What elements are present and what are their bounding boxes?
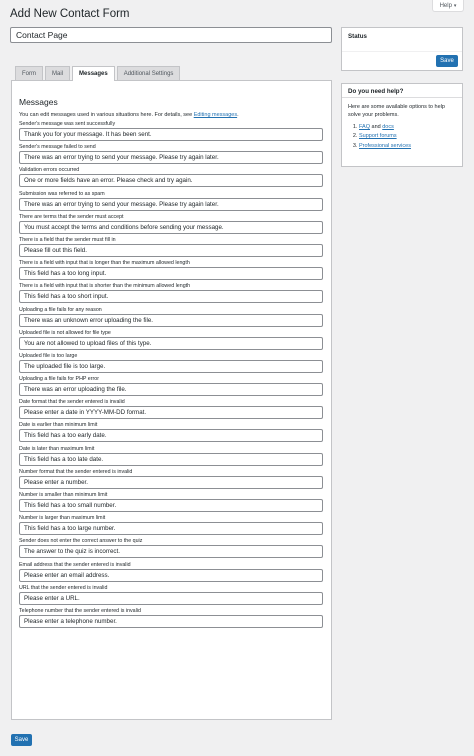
message-field: Number is larger than maximum limit This … bbox=[19, 515, 324, 536]
messages-description: You can edit messages used in various si… bbox=[19, 112, 324, 118]
message-field: There is a field with input that is long… bbox=[19, 260, 324, 281]
message-label: Sender's message was sent successfully bbox=[19, 121, 116, 127]
help-box-intro: Here are some available options to help … bbox=[348, 104, 445, 118]
message-input[interactable]: Please enter a URL. bbox=[19, 591, 323, 605]
support-forums-link[interactable]: Support forums bbox=[359, 133, 397, 139]
message-label: Uploading a file fails for any reason bbox=[19, 306, 102, 313]
editor-tabs: Form Mail Messages Additional Settings bbox=[15, 66, 181, 81]
message-input[interactable]: This field has a too short input. bbox=[19, 290, 323, 304]
message-field: Email address that the sender entered is… bbox=[19, 562, 324, 582]
message-field: Telephone number that the sender entered… bbox=[19, 608, 324, 628]
message-input[interactable]: This field has a too large number. bbox=[19, 522, 323, 536]
messages-heading: Messages bbox=[19, 97, 58, 107]
message-field: Sender's message was sent successfully Th… bbox=[19, 121, 324, 141]
message-field: Submission was referred to as spam There … bbox=[19, 191, 324, 211]
message-fields: Sender's message was sent successfully Th… bbox=[19, 121, 324, 628]
message-input[interactable]: This field has a too early date. bbox=[19, 429, 323, 443]
message-field: Uploading a file fails for any reason The… bbox=[19, 307, 324, 327]
message-label: Number is smaller than minimum limit bbox=[19, 492, 108, 498]
message-label: Uploading a file fails for PHP error bbox=[19, 376, 99, 383]
message-label: URL that the sender entered is invalid bbox=[19, 584, 108, 591]
message-field: Uploaded file is too large The uploaded f… bbox=[19, 353, 324, 373]
message-label: There is a field that the sender must fi… bbox=[19, 236, 116, 243]
status-box-title: Status bbox=[342, 28, 462, 52]
chevron-down-icon: ▾ bbox=[453, 2, 457, 9]
help-item-support: Support forums bbox=[359, 133, 456, 141]
message-field: There is a field with input that is shor… bbox=[19, 283, 324, 304]
message-input[interactable]: This field has a too small number. bbox=[19, 499, 323, 512]
help-links-list: FAQ and docs Support forums Professional… bbox=[348, 124, 456, 150]
message-field: Number is smaller than minimum limit This… bbox=[19, 492, 324, 512]
message-field: Date is earlier than minimum limit This f… bbox=[19, 422, 324, 443]
message-field: There are terms that the sender must acc… bbox=[19, 214, 324, 234]
message-label: Uploaded file is not allowed for file ty… bbox=[19, 329, 111, 336]
message-label: Email address that the sender entered is… bbox=[19, 561, 131, 568]
message-input[interactable]: Please fill out this field. bbox=[19, 243, 323, 257]
form-title-input[interactable]: Contact Page bbox=[10, 27, 332, 43]
and-text: and bbox=[370, 124, 383, 130]
message-field: Sender's message failed to send There was… bbox=[19, 144, 324, 165]
message-label: Sender's message failed to send bbox=[19, 144, 96, 151]
message-input[interactable]: There was an error trying to send your m… bbox=[19, 151, 323, 165]
help-item-faq-docs: FAQ and docs bbox=[359, 124, 456, 132]
message-input[interactable]: Thank you for your message. It has been … bbox=[19, 128, 323, 141]
message-label: Number is larger than maximum limit bbox=[19, 515, 106, 522]
message-input[interactable]: One or more fields have an error. Please… bbox=[19, 174, 323, 188]
message-input[interactable]: Please enter a date in YYYY-MM-DD format… bbox=[19, 406, 323, 420]
tab-mail[interactable]: Mail bbox=[45, 66, 71, 80]
message-label: Sender does not enter the correct answer… bbox=[19, 538, 143, 545]
help-box: Do you need help? Here are some availabl… bbox=[341, 83, 463, 167]
message-label: Date is later than maximum limit bbox=[19, 445, 95, 452]
message-input[interactable]: Please enter an email address. bbox=[19, 568, 323, 582]
tab-messages[interactable]: Messages bbox=[72, 66, 115, 81]
message-label: There are terms that the sender must acc… bbox=[19, 213, 124, 220]
tab-additional-settings[interactable]: Additional Settings bbox=[116, 66, 181, 80]
message-label: Date format that the sender entered is i… bbox=[19, 399, 125, 406]
status-box: Status Save bbox=[341, 27, 463, 71]
description-text: You can edit messages used in various si… bbox=[19, 112, 194, 118]
message-label: Submission was referred to as spam bbox=[19, 190, 105, 197]
message-label: Validation errors occurred bbox=[19, 167, 80, 174]
message-input[interactable]: You must accept the terms and conditions… bbox=[19, 220, 323, 234]
message-field: Number format that the sender entered is… bbox=[19, 469, 324, 489]
message-label: There is a field with input that is long… bbox=[19, 260, 190, 267]
page-title: Add New Contact Form bbox=[10, 8, 130, 20]
message-label: Uploaded file is too large bbox=[19, 352, 78, 359]
faq-link[interactable]: FAQ bbox=[359, 124, 370, 130]
tab-form[interactable]: Form bbox=[15, 66, 43, 80]
message-field: URL that the sender entered is invalid Pl… bbox=[19, 585, 324, 605]
message-field: Sender does not enter the correct answer… bbox=[19, 538, 324, 559]
message-field: Date is later than maximum limit This fie… bbox=[19, 446, 324, 466]
message-label: Telephone number that the sender entered… bbox=[19, 607, 141, 614]
message-label: Number format that the sender entered is… bbox=[19, 468, 133, 475]
message-input[interactable]: Please enter a telephone number. bbox=[19, 614, 323, 628]
message-input[interactable]: Please enter a number. bbox=[19, 475, 323, 489]
description-suffix: . bbox=[237, 112, 239, 118]
message-field: There is a field that the sender must fi… bbox=[19, 237, 324, 257]
help-box-title: Do you need help? bbox=[342, 84, 462, 98]
help-item-professional: Professional services bbox=[359, 143, 456, 151]
message-input[interactable]: This field has a too long input. bbox=[19, 267, 323, 281]
message-field: Validation errors occurred One or more fi… bbox=[19, 167, 324, 188]
help-tab-label: Help bbox=[439, 2, 452, 9]
message-input[interactable]: There was an error trying to send your m… bbox=[19, 197, 323, 211]
message-input[interactable]: The uploaded file is too large. bbox=[19, 359, 323, 373]
message-input[interactable]: The answer to the quiz is incorrect. bbox=[19, 545, 323, 559]
message-input[interactable]: There was an error uploading the file. bbox=[19, 383, 323, 397]
message-input[interactable]: This field has a too late date. bbox=[19, 452, 323, 466]
save-button-bottom[interactable]: Save bbox=[11, 734, 32, 746]
message-input[interactable]: You are not allowed to upload files of t… bbox=[19, 336, 323, 350]
messages-panel: Messages You can edit messages used in v… bbox=[11, 80, 332, 720]
docs-link[interactable]: docs bbox=[382, 124, 394, 130]
save-button-status[interactable]: Save bbox=[436, 55, 458, 67]
message-field: Uploading a file fails for PHP error Ther… bbox=[19, 376, 324, 397]
message-field: Uploaded file is not allowed for file ty… bbox=[19, 330, 324, 350]
editing-messages-link[interactable]: Editing messages bbox=[194, 112, 237, 118]
message-label: There is a field with input that is shor… bbox=[19, 283, 191, 290]
help-tab[interactable]: Help ▾ bbox=[432, 0, 464, 12]
message-input[interactable]: There was an unknown error uploading the… bbox=[19, 313, 323, 327]
message-label: Date is earlier than minimum limit bbox=[19, 422, 98, 429]
professional-services-link[interactable]: Professional services bbox=[359, 143, 411, 149]
message-field: Date format that the sender entered is i… bbox=[19, 399, 324, 420]
